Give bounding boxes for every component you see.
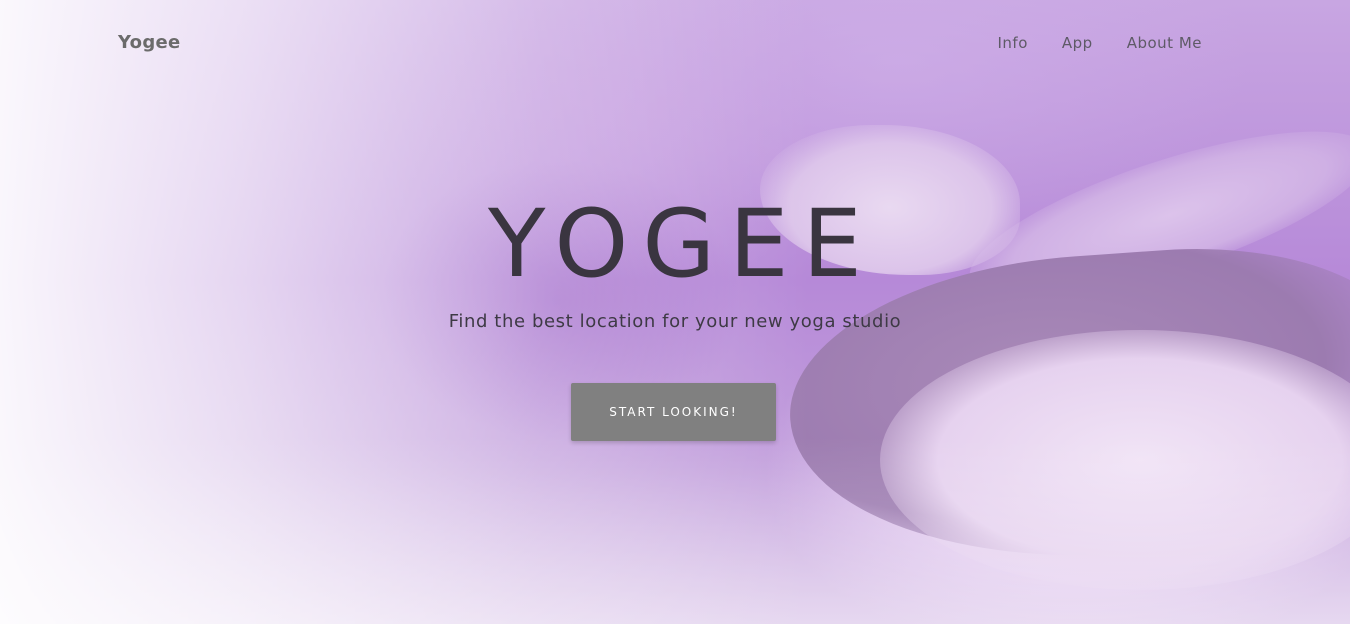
start-looking-button[interactable]: START LOOKING! — [571, 383, 776, 441]
hero-section: Yogee Info App About Me YOGEE Find the b… — [0, 0, 1350, 624]
hero-subtitle: Find the best location for your new yoga… — [448, 311, 902, 332]
hero-content: YOGEE Find the best location for your ne… — [0, 0, 1350, 624]
hero-title: YOGEE — [488, 190, 876, 299]
